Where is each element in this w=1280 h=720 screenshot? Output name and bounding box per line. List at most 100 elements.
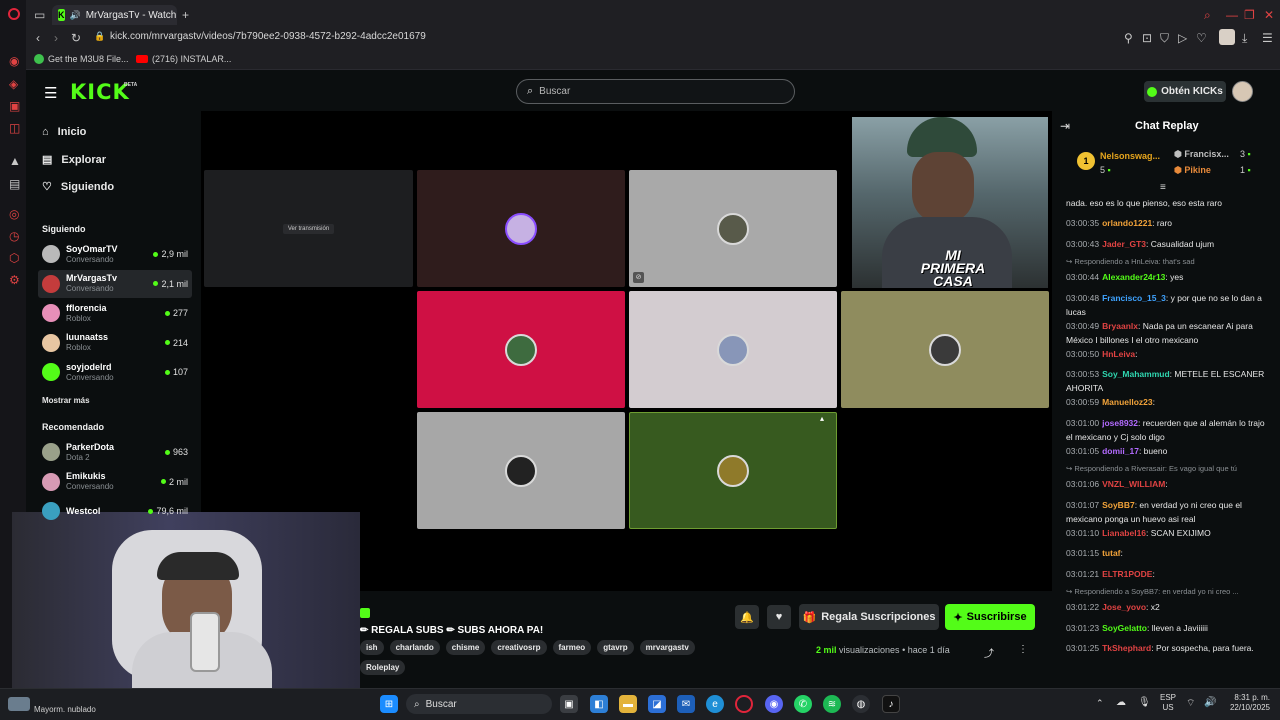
chat-username[interactable]: Bryaanlx [1102,321,1138,331]
tag[interactable]: creativosrp [491,640,547,655]
search-tabs-icon[interactable]: ⌕ [1204,9,1211,21]
chat-username[interactable]: ELTR1PODE [1102,569,1152,579]
chat-username[interactable]: VNZL_WILLIAM [1102,479,1165,489]
tag[interactable]: charlando [389,640,440,655]
get-kicks-button[interactable]: Obtén KICKs [1144,81,1226,102]
profile-avatar[interactable] [1219,29,1235,45]
heart-outline-icon[interactable]: ♡ [1196,32,1207,44]
play-icon[interactable]: ▷ [1178,32,1187,44]
chat-username[interactable]: domii_17 [1102,446,1139,456]
shield-icon[interactable]: ⛉ [1160,32,1169,44]
spotify-icon[interactable]: ≋ [823,695,841,713]
show-more-link[interactable]: Mostrar más [42,396,90,405]
back-icon[interactable]: ‹ [36,32,40,44]
new-tab-icon[interactable]: + [182,9,189,21]
menu-icon[interactable]: ☰ [1262,32,1273,44]
taskbar-search[interactable]: ⌕ Buscar [406,694,552,714]
tray-chevron-icon[interactable]: ⌃ [1096,698,1104,709]
user-avatar[interactable] [1232,81,1253,102]
mic-icon[interactable]: 🎙 [1138,697,1151,708]
chat-username[interactable]: Lianabel16 [1102,528,1146,538]
outlook-icon[interactable]: ✉ [677,695,695,713]
volume-icon[interactable]: 🔊 [1204,697,1216,708]
channel-row[interactable]: Westcol 79,6 mil [38,497,192,525]
channel-row[interactable]: luunaatss Roblox 214 [38,329,192,357]
language-indicator[interactable]: ESP US [1160,693,1176,713]
pin-icon[interactable]: ⚲ [1124,32,1133,44]
chat-username[interactable]: Soy_Mahammud [1102,369,1170,379]
snapshot-icon[interactable]: ⊡ [1142,32,1152,44]
tag[interactable]: farmeo [552,640,592,655]
chat-username[interactable]: SoyBB7 [1102,500,1135,510]
expand-leaderboard-icon[interactable]: ≡ [1160,182,1166,193]
widgets-icon[interactable]: ◧ [590,695,608,713]
kick-logo[interactable]: KICK [70,80,130,104]
channel-row[interactable]: SoyOmarTV Conversando 2,9 mil [38,240,192,268]
chat-username[interactable]: HnLeiva [1102,349,1135,359]
tag[interactable]: chisme [445,640,486,655]
chat-username[interactable]: Francisco_15_3 [1102,293,1166,303]
chat-username[interactable]: TkShephard [1102,643,1151,653]
store-icon[interactable]: ◪ [648,695,666,713]
minimize-icon[interactable]: — [1226,9,1238,21]
share-icon[interactable]: ⤴ [984,645,994,660]
task-view-icon[interactable]: ▣ [560,695,578,713]
tab-menu-icon[interactable]: ▭ [34,9,45,21]
extension-icon[interactable]: ◈ [9,78,18,90]
channel-row[interactable]: soyjodelrd Conversando 107 [38,358,192,386]
calendar-icon[interactable]: ▤ [9,178,20,190]
channel-row[interactable]: Emikukis Conversando 2 mil [38,468,192,496]
edge-icon[interactable]: e [706,695,724,713]
url-field[interactable]: kick.com/mrvargastv/videos/7b790ee2-0938… [110,31,426,42]
chat-icon[interactable]: ▣ [9,100,20,112]
tag[interactable]: mrvargastv [639,640,695,655]
channel-row[interactable]: ParkerDota Dota 2 963 [38,438,192,466]
tag[interactable]: ish [360,640,384,655]
nav-following[interactable]: ♡ Siguiendo [42,180,114,194]
chat-username[interactable]: SoyGelatto [1102,623,1147,633]
tab-active[interactable]: K 🔊 MrVargasTv - Watch th [52,5,177,25]
wifi-icon[interactable]: ⌔ [1186,697,1195,710]
watch-stream-label[interactable]: Ver transmisión [282,223,335,234]
nav-home[interactable]: ⌂ Inicio [42,126,86,138]
chat-username[interactable]: Jose_yovo [1102,602,1146,612]
subscribe-button[interactable]: ✦ Suscribirse [945,604,1035,630]
search-input[interactable]: ⌕ Buscar [516,79,795,104]
more-options-icon[interactable]: ⋮ [1018,644,1028,655]
chat-username[interactable]: orlando1221 [1102,218,1152,228]
top-gifter-2[interactable]: ⬢ Francisx... [1174,149,1229,160]
opera-taskbar-icon[interactable] [735,695,753,713]
player-icon[interactable]: ◎ [9,208,19,220]
collapse-chat-icon[interactable]: ⇥ [1060,119,1070,133]
notification-bell-button[interactable]: 🔔 [735,605,759,629]
reload-icon[interactable]: ↻ [71,32,81,44]
channel-row[interactable]: MrVargasTv Conversando 2,1 mil [38,269,192,298]
gift-subs-button[interactable]: 🎁 Regala Suscripciones [799,604,939,630]
tag-roleplay[interactable]: Roleplay [360,660,406,675]
file-explorer-icon[interactable]: ▬ [619,695,637,713]
close-window-icon[interactable]: ✕ [1264,9,1274,21]
chat-username[interactable]: Jader_GT3 [1102,239,1146,249]
tag[interactable]: gtavrp [597,640,634,655]
windows-start-icon[interactable]: ⊞ [380,695,398,713]
hamburger-menu-icon[interactable]: ☰ [44,84,57,102]
bookmark-icon[interactable]: ⬡ [9,252,19,264]
speaker-icon[interactable]: 🔊 [70,10,81,21]
forward-icon[interactable]: › [54,32,58,44]
chat-username[interactable]: jose8932 [1102,418,1138,428]
download-icon[interactable]: ⤓ [1242,32,1247,44]
discord-icon[interactable]: ◉ [765,695,783,713]
instagram-icon[interactable]: ◫ [9,122,20,134]
opera-logo-icon[interactable] [8,8,20,20]
tiktok-icon[interactable]: ♪ [882,695,900,713]
cloud-icon[interactable]: ☁ [1116,697,1126,708]
bookmark-item[interactable]: Get the M3U8 File... [34,54,129,64]
channel-row[interactable]: fflorencia Roblox 277 [38,299,192,327]
chat-username[interactable]: Alexander24r13 [1102,272,1165,282]
github-icon[interactable]: ◍ [852,695,870,713]
messenger-icon[interactable]: ◉ [9,55,19,67]
top-gifter-3[interactable]: ⬢ Pikine [1174,165,1211,176]
top-gifter-1[interactable]: Nelsonswag... [1100,151,1160,161]
aria-icon[interactable]: ▲ [9,155,21,167]
history-icon[interactable]: ◷ [9,230,19,242]
